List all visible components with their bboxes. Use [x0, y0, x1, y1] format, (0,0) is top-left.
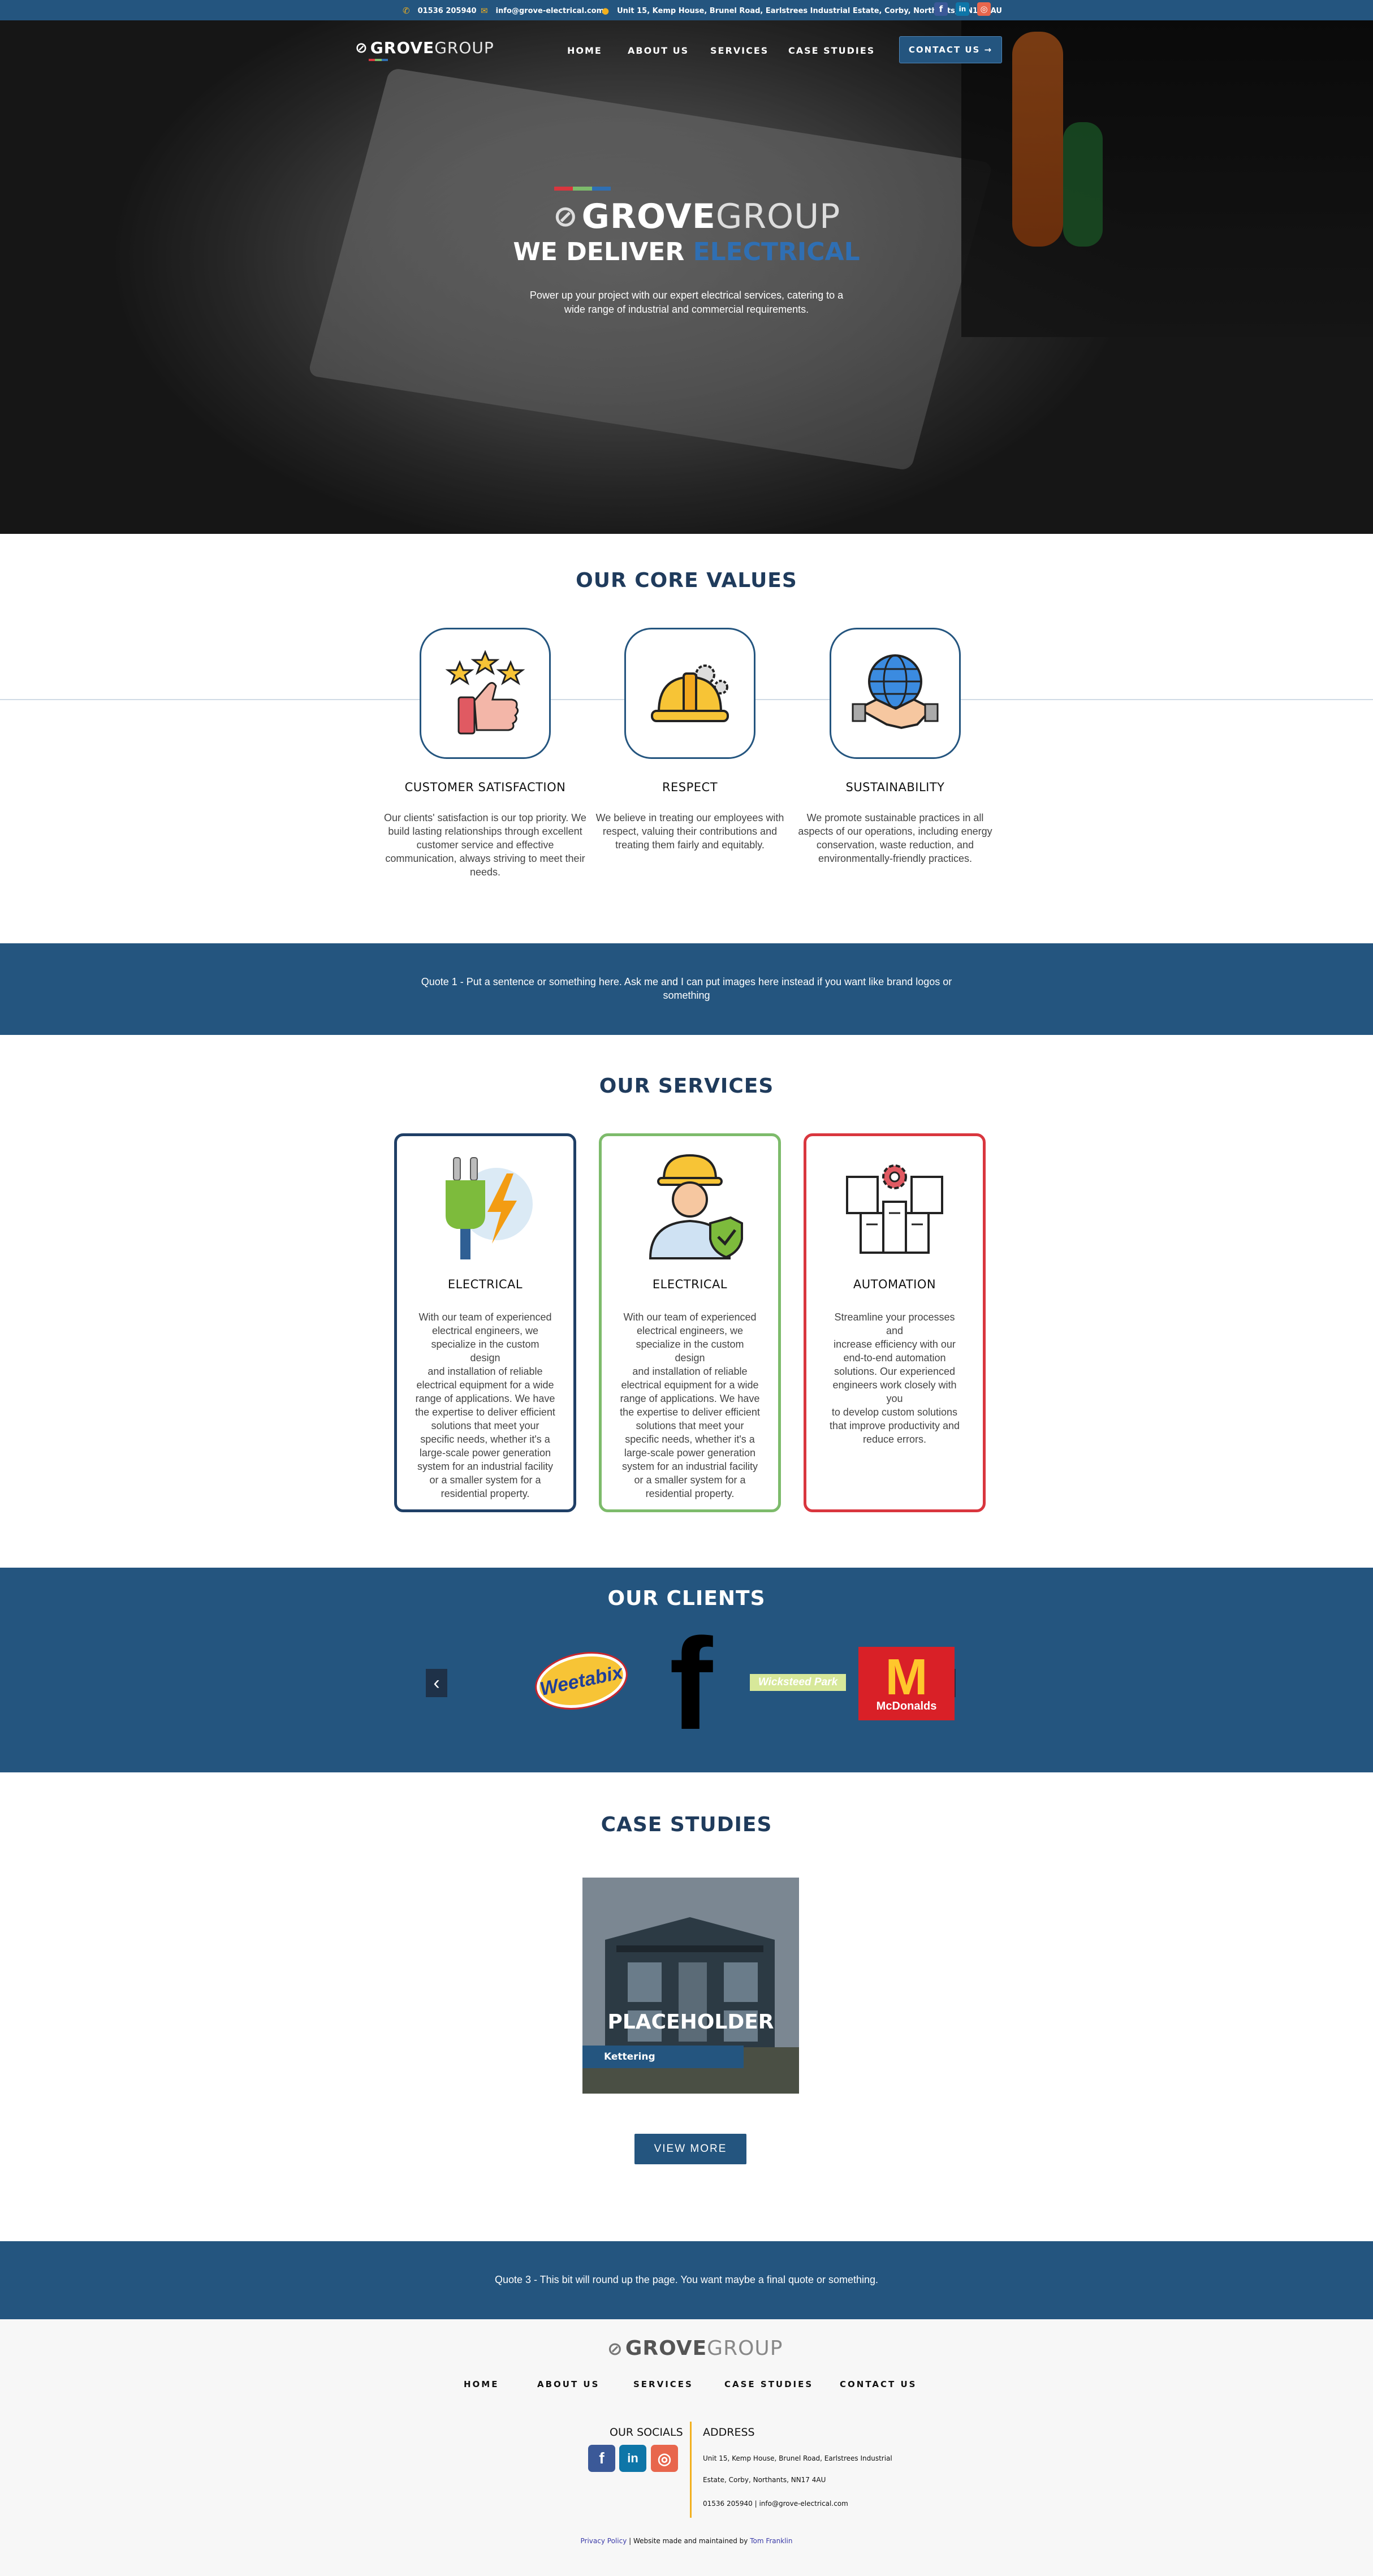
case-study-card[interactable]: PLACEHOLDER Kettering	[582, 1878, 799, 2094]
instagram-icon[interactable]: ◎	[651, 2445, 678, 2472]
automation-gear-icon	[846, 1164, 943, 1254]
footer-nav-home[interactable]: HOME	[464, 2379, 499, 2389]
service-heading: AUTOMATION	[853, 1278, 936, 1291]
nav-home[interactable]: HOME	[567, 45, 602, 56]
value-heading: CUSTOMER SATISFACTION	[404, 780, 566, 794]
topbar-phone[interactable]: ✆ 01536 205940	[403, 6, 477, 16]
client-logo-mcdonalds: M McDonalds	[858, 1647, 955, 1720]
service-card-automation[interactable]: AUTOMATION Streamline your processes and…	[804, 1133, 986, 1512]
service-heading: ELECTRICAL	[447, 1278, 523, 1291]
envelope-icon: ✉	[481, 6, 488, 16]
carousel-prev-button[interactable]: ‹	[426, 1669, 447, 1697]
services-title: OUR SERVICES	[599, 1075, 774, 1098]
footer-socials-heading: OUR SOCIALS	[610, 2426, 683, 2439]
footer-nav-case-studies[interactable]: CASE STUDIES	[724, 2379, 813, 2389]
service-description: With our team of experienced electrical …	[415, 1311, 555, 1499]
hard-hat-gears-icon	[651, 665, 729, 722]
quote-3-band: Quote 3 - This bit will round up the pag…	[0, 2241, 1373, 2319]
grove-logo-icon: ⊘	[355, 39, 368, 57]
hero-logo: ⊘ GROVE GROUP	[553, 197, 841, 236]
author-link[interactable]: Tom Franklin	[750, 2537, 792, 2545]
client-logo-wicksteed-park: Wicksteed Park	[750, 1674, 846, 1691]
view-more-button[interactable]: VIEW MORE	[634, 2134, 746, 2164]
quote-1-band: Quote 1 - Put a sentence or something he…	[0, 943, 1373, 1035]
thumbs-up-stars-icon	[445, 650, 525, 735]
footer-address-line: Estate, Corby, Northants, NN17 4AU	[703, 2476, 826, 2484]
footer-address-heading: ADDRESS	[703, 2426, 755, 2439]
value-description: Our clients' satisfaction is our top pri…	[384, 812, 586, 878]
contact-us-button[interactable]: CONTACT US →	[899, 36, 1002, 63]
footer-divider	[690, 2422, 692, 2518]
footer-credits: Privacy Policy | Website made and mainta…	[580, 2537, 793, 2545]
service-description: Streamline your processes and increase e…	[829, 1311, 960, 1445]
globe-handshake-icon	[852, 654, 939, 730]
value-heading: SUSTAINABILITY	[845, 780, 945, 794]
service-heading: ELECTRICAL	[652, 1278, 728, 1291]
grove-logo-icon: ⊘	[607, 2337, 623, 2359]
golden-arches-icon: M	[885, 1649, 928, 1706]
footer-nav-contact-us[interactable]: CONTACT US	[840, 2379, 917, 2389]
nav-about-us[interactable]: ABOUT US	[628, 45, 689, 56]
privacy-policy-link[interactable]: Privacy Policy	[581, 2537, 627, 2545]
hero-logo-color-bar	[554, 187, 611, 191]
footer-logo[interactable]: ⊘ GROVE GROUP	[607, 2337, 783, 2360]
client-logo-facebook: f	[669, 1611, 713, 1757]
phone-icon: ✆	[403, 6, 410, 16]
footer-nav-services[interactable]: SERVICES	[633, 2379, 693, 2389]
service-card-electrical[interactable]: ELECTRICAL With our team of experienced …	[394, 1133, 576, 1512]
case-study-location: Kettering	[582, 2046, 744, 2068]
value-icon-box	[624, 628, 755, 759]
instagram-icon[interactable]: ◎	[977, 2, 991, 16]
value-icon-box	[830, 628, 961, 759]
linkedin-icon[interactable]: in	[619, 2445, 646, 2472]
case-study-title: PLACEHOLDER	[607, 2010, 774, 2034]
footer-contact-line: 01536 205940 | info@grove-electrical.com	[703, 2500, 848, 2508]
grove-logo-icon: ⊘	[553, 200, 578, 234]
topbar-email[interactable]: ✉ info@grove-electrical.com	[481, 6, 604, 16]
clients-title: OUR CLIENTS	[607, 1587, 766, 1610]
linkedin-icon[interactable]: in	[956, 2, 969, 16]
footer-address-line: Unit 15, Kemp House, Brunel Road, Earlst…	[703, 2454, 892, 2462]
value-heading: RESPECT	[662, 780, 718, 794]
map-pin-icon: ●	[602, 6, 610, 16]
value-description: We promote sustainable practices in all …	[798, 812, 992, 864]
facebook-icon[interactable]: f	[934, 2, 948, 16]
hero-subtext: Power up your project with our expert el…	[529, 290, 844, 315]
plug-lightning-icon	[446, 1157, 533, 1259]
nav-services[interactable]: SERVICES	[710, 45, 768, 56]
hero-section	[0, 20, 1373, 534]
service-description: With our team of experienced electrical …	[620, 1311, 760, 1499]
engineer-shield-icon	[649, 1154, 743, 1259]
top-contact-bar: ✆ 01536 205940 ✉ info@grove-electrical.c…	[0, 0, 1373, 20]
hero-headline: WE DELIVER ELECTRICAL	[513, 238, 860, 266]
header-logo[interactable]: ⊘ GROVE GROUP	[355, 38, 494, 57]
value-description: We believe in treating our employees wit…	[595, 812, 784, 851]
service-card-electrical-2[interactable]: ELECTRICAL With our team of experienced …	[599, 1133, 781, 1512]
nav-case-studies[interactable]: CASE STUDIES	[788, 45, 875, 56]
value-icon-box	[420, 628, 551, 759]
core-values-title: OUR CORE VALUES	[576, 569, 797, 592]
facebook-icon[interactable]: f	[588, 2445, 615, 2472]
logo-color-bar	[369, 59, 388, 61]
case-studies-title: CASE STUDIES	[601, 1813, 772, 1836]
footer-nav-about-us[interactable]: ABOUT US	[537, 2379, 599, 2389]
